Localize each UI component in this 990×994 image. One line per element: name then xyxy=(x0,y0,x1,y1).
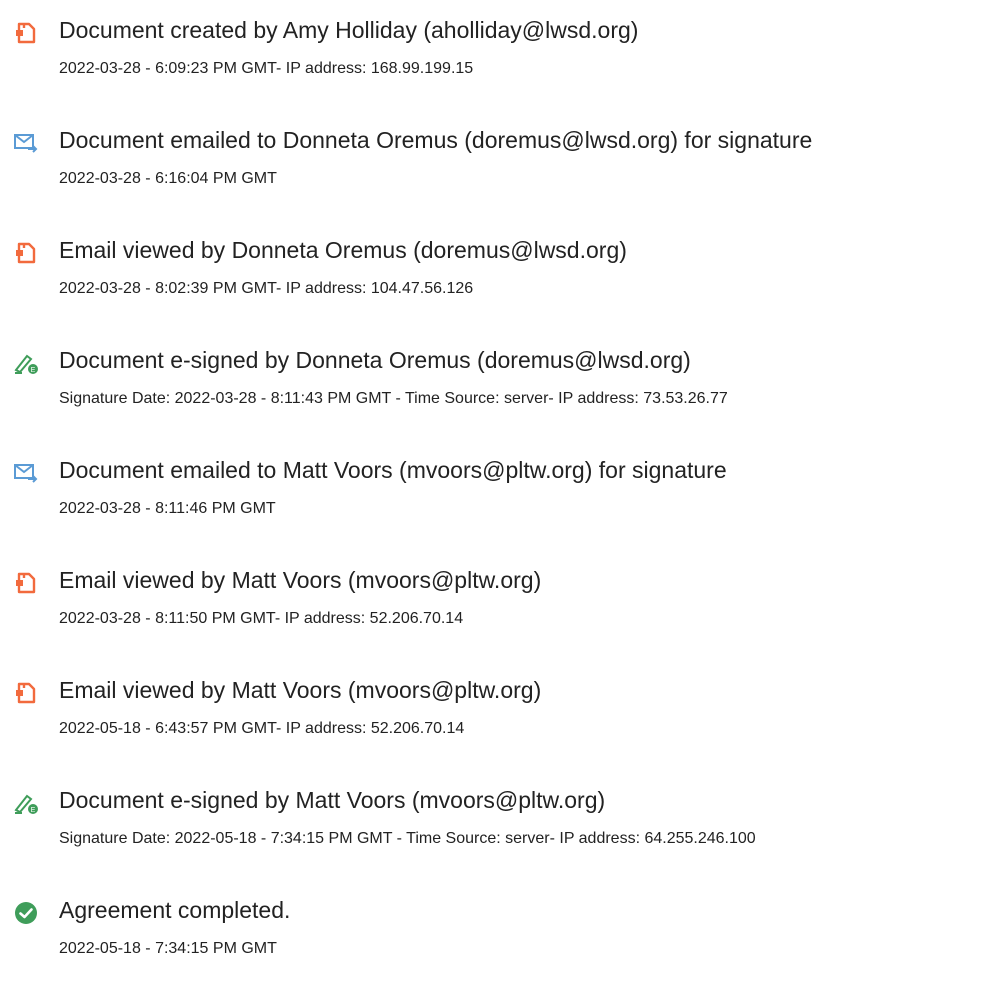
event-item: Email viewed by Matt Voors (mvoors@pltw.… xyxy=(0,675,990,755)
event-item: Email viewed by Donneta Oremus (doremus@… xyxy=(0,235,990,315)
document-icon xyxy=(13,570,39,596)
email-sent-icon xyxy=(13,130,39,156)
e-sign-pen-icon: E xyxy=(13,790,39,816)
event-detail: 2022-05-18 - 6:43:57 PM GMT- IP address:… xyxy=(59,720,465,737)
event-detail: Signature Date: 2022-05-18 - 7:34:15 PM … xyxy=(59,830,756,847)
email-sent-icon xyxy=(13,460,39,486)
event-detail: Signature Date: 2022-03-28 - 8:11:43 PM … xyxy=(59,390,728,407)
event-title: Email viewed by Matt Voors (mvoors@pltw.… xyxy=(59,677,542,703)
event-item: Document created by Amy Holliday (aholli… xyxy=(0,15,990,95)
svg-text:E: E xyxy=(31,367,36,374)
event-title: Agreement completed. xyxy=(59,897,291,923)
event-detail: 2022-03-28 - 8:11:50 PM GMT- IP address:… xyxy=(59,610,464,627)
event-title: Document created by Amy Holliday (aholli… xyxy=(59,17,639,43)
document-icon xyxy=(13,20,39,46)
event-item: Document emailed to Matt Voors (mvoors@p… xyxy=(0,455,990,535)
event-detail: 2022-03-28 - 8:11:46 PM GMT xyxy=(59,500,276,517)
event-title: Email viewed by Donneta Oremus (doremus@… xyxy=(59,237,627,263)
document-icon xyxy=(13,240,39,266)
event-item: Email viewed by Matt Voors (mvoors@pltw.… xyxy=(0,565,990,645)
event-item: Document emailed to Donneta Oremus (dore… xyxy=(0,125,990,205)
event-detail: 2022-03-28 - 8:02:39 PM GMT- IP address:… xyxy=(59,280,474,297)
event-title: Document e-signed by Matt Voors (mvoors@… xyxy=(59,787,606,813)
event-title: Document emailed to Matt Voors (mvoors@p… xyxy=(59,457,727,483)
event-item: E Document e-signed by Matt Voors (mvoor… xyxy=(0,785,990,865)
check-circle-icon xyxy=(13,900,39,926)
e-sign-pen-icon: E xyxy=(13,350,39,376)
event-title: Document e-signed by Donneta Oremus (dor… xyxy=(59,347,691,373)
event-item: Agreement completed. 2022-05-18 - 7:34:1… xyxy=(0,895,990,975)
event-detail: 2022-05-18 - 7:34:15 PM GMT xyxy=(59,940,277,957)
event-title: Document emailed to Donneta Oremus (dore… xyxy=(59,127,813,153)
event-detail: 2022-03-28 - 6:16:04 PM GMT xyxy=(59,170,277,187)
document-icon xyxy=(13,680,39,706)
event-item: E Document e-signed by Donneta Oremus (d… xyxy=(0,345,990,425)
svg-text:E: E xyxy=(31,807,36,814)
event-title: Email viewed by Matt Voors (mvoors@pltw.… xyxy=(59,567,542,593)
event-detail: 2022-03-28 - 6:09:23 PM GMT- IP address:… xyxy=(59,60,474,77)
